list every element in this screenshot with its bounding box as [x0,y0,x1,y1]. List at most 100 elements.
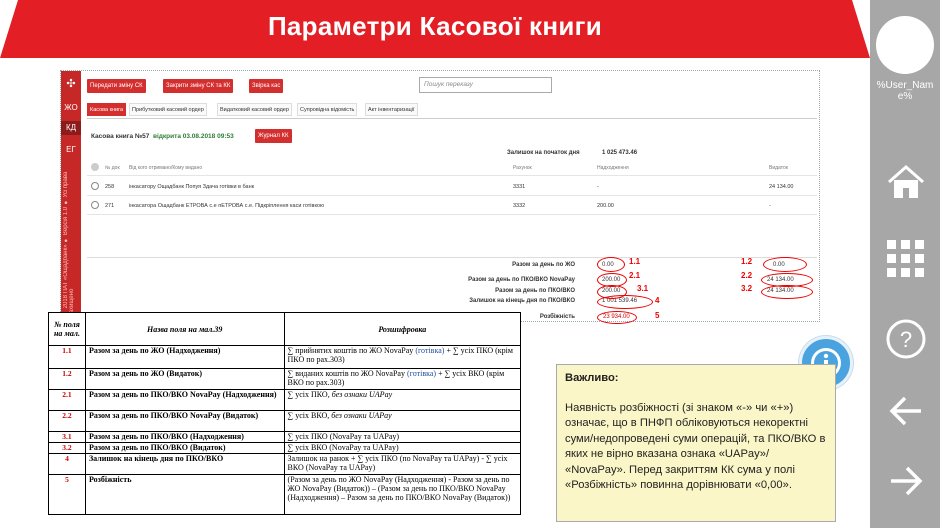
row-radio[interactable] [91,182,99,190]
tab-accompanying-statement[interactable]: Супровідна відомість [297,103,358,116]
row-decoding: ∑ виданих коштів по ЖО NovaPay (готівка)… [283,368,522,390]
field-description-table: № поля на мал. Назва поля на мал.39 Розш… [48,312,522,515]
col-out-header: Видаток [769,165,788,171]
total-novapay-label: Разом за день по ПКО/ВКО NovaPay [468,277,575,283]
row-decoding: (Разом за день по ЖО NovaPay (Надходженн… [283,474,522,515]
row-number: 5 [48,474,86,515]
row-counterparty: інкасатора Ощадбанк ЕТРОВА с.е пЕТРОВА с… [129,203,325,209]
col-in-header: Надходження [597,165,629,171]
menu-grid-icon[interactable] [885,238,927,280]
cashbook-title: Касова книга №57 [91,133,150,140]
row-account: 3331 [513,184,526,190]
tab-receipt-order[interactable]: Прибутковий касовий ордер [129,103,207,116]
row-number: 2.2 [48,410,86,432]
close-shift-button[interactable]: Закрити зміну СК та КК [163,79,234,93]
col-doc-header: № док [105,165,120,171]
totals-divider [87,257,817,258]
row-number: 1.2 [48,368,86,390]
annotation-number: 2.2 [741,271,753,280]
table-row: 4 Залишок на кінець дня по ПКО/ВКО Залиш… [48,453,522,475]
journal-kk-button[interactable]: Журнал КК [255,129,292,143]
table-header-decoding: Розшифровка [283,312,522,346]
sidebar-item-kd[interactable]: КД [61,121,81,135]
sidebar-item-zho[interactable]: ЖО [61,101,81,115]
row-field-name: Залишок на кінець дня по ПКО/ВКО [84,453,285,475]
tab-inventory-act[interactable]: Акт інвентаризації [365,103,418,116]
table-header-name: Назва поля на мал.39 [84,312,285,346]
row-radio[interactable] [91,201,99,209]
annotation-number: 4 [655,296,660,305]
row-number: 4 [48,453,86,475]
transfer-search-input[interactable]: Пошук переказу [419,77,552,93]
row-expense: - [769,203,771,209]
row-doc-number: 271 [105,203,115,209]
annotation-number: 1.1 [629,257,641,266]
table-row: 3.1 Разом за день по ПКО/ВКО (Надходженн… [48,431,522,443]
avatar[interactable] [876,16,934,74]
back-arrow-icon[interactable] [885,390,927,432]
cashbook-status: відкрита 03.08.2018 09:53 [153,133,234,140]
annotation-oval [597,257,625,272]
title-banner: Параметри Касової книги [0,0,870,58]
row-divider [87,195,817,196]
important-note: Важливо: Наявність розбіжності (зі знако… [556,364,836,522]
row-field-name: Разом за день по ПКО/ВКО NovaPay (Надход… [84,389,285,411]
row-decoding: ∑ усіх ВКО, без ознаки UAPay [283,410,522,432]
page-title: Параметри Касової книги [267,11,603,41]
row-field-name: Разом за день по ЖО (Надходження) [84,345,285,369]
app-sidebar: ✣ ЖО КД ЕГ © 2018 ПАТ «Ощадбанк» ● Версі… [61,71,81,323]
col-account-header: Рахунок [513,165,532,171]
row-field-name: Разом за день по ПКО/ВКО (Надходження) [84,431,285,443]
transfer-shift-button[interactable]: Передати зміну СК [87,79,146,93]
row-income: 200.00 [597,203,614,209]
svg-text:?: ? [900,327,912,352]
sidebar-item-eg[interactable]: ЕГ [61,143,81,157]
opening-balance-label: Залишок на початок дня [507,150,580,156]
row-income: - [597,184,599,190]
tab-cashbook[interactable]: Касова книга [87,103,127,116]
row-field-name: Разом за день по ЖО (Видаток) [84,368,285,390]
row-divider [87,175,817,176]
row-field-name: Розбіжність [84,474,285,515]
closing-balance-label: Залишок на кінець дня по ПКО/ВКО [469,298,575,304]
row-counterparty: інкасатору Ощадбанк Попуя Здача готівки … [129,184,255,190]
home-icon[interactable] [885,160,927,202]
row-decoding: ∑ усіх ПКО, без ознаки UAPay [283,389,522,411]
total-pko-vko-label: Разом за день по ПКО/ВКО [495,288,575,294]
col-who-header: Від кого отримано/Кому видано [129,165,203,171]
sidebar-vertical-text: © 2018 ПАТ «Ощадбанк» ● Версія 1.0 ● Усі… [63,171,75,316]
row-divider [87,214,817,215]
opening-balance-value: 1 025 473.46 [602,150,638,156]
row-field-name: Разом за день по ПКО/ВКО (Видаток) [84,442,285,454]
annotation-oval [597,311,637,324]
discrepancy-label: Розбіжність [539,314,575,320]
help-icon[interactable]: ? [885,318,927,360]
total-zho-label: Разом за день по ЖО [512,262,575,268]
cashbook-screenshot: ✣ ЖО КД ЕГ © 2018 ПАТ «Ощадбанк» ● Версі… [60,70,820,324]
note-title: Важливо: [565,372,619,384]
username-label: %User_Name% [876,80,934,102]
select-all-checkbox[interactable] [91,163,99,171]
row-number: 3.1 [48,431,86,443]
reconcile-cash-button[interactable]: Звірка кас [249,79,284,93]
annotation-number: 3.2 [741,284,753,293]
table-row: 2.2 Разом за день по ПКО/ВКО NovaPay (Ви… [48,410,522,432]
table-header-number: № поля на мал. [48,312,86,346]
row-expense: 24 134.00 [769,184,794,190]
annotation-oval [597,295,653,309]
tab-expense-order[interactable]: Видатковий касовий ордер [217,103,292,116]
table-row: 1.2 Разом за день по ЖО (Видаток) ∑ вида… [48,368,522,390]
row-number: 2.1 [48,389,86,411]
annotation-number: 5 [655,311,660,320]
right-nav-bar: %User_Name% ? [870,0,940,528]
row-account: 3332 [513,203,526,209]
table-row: 5 Розбіжність (Разом за день по ЖО NovaP… [48,474,522,515]
annotation-number: 1.2 [741,257,753,266]
annotation-oval [761,285,813,299]
forward-arrow-icon[interactable] [885,460,927,502]
row-decoding: ∑ прийнятих коштів по ЖО NovaPay (готівк… [283,345,522,369]
note-body: Наявність розбіжності (зі знаком «-» чи … [565,401,826,492]
annotation-number: 3.1 [637,284,649,293]
row-decoding: ∑ усіх ПКО (NovaPay та UAPay) [283,431,522,443]
table-row: 3.2 Разом за день по ПКО/ВКО (Видаток) ∑… [48,442,522,454]
